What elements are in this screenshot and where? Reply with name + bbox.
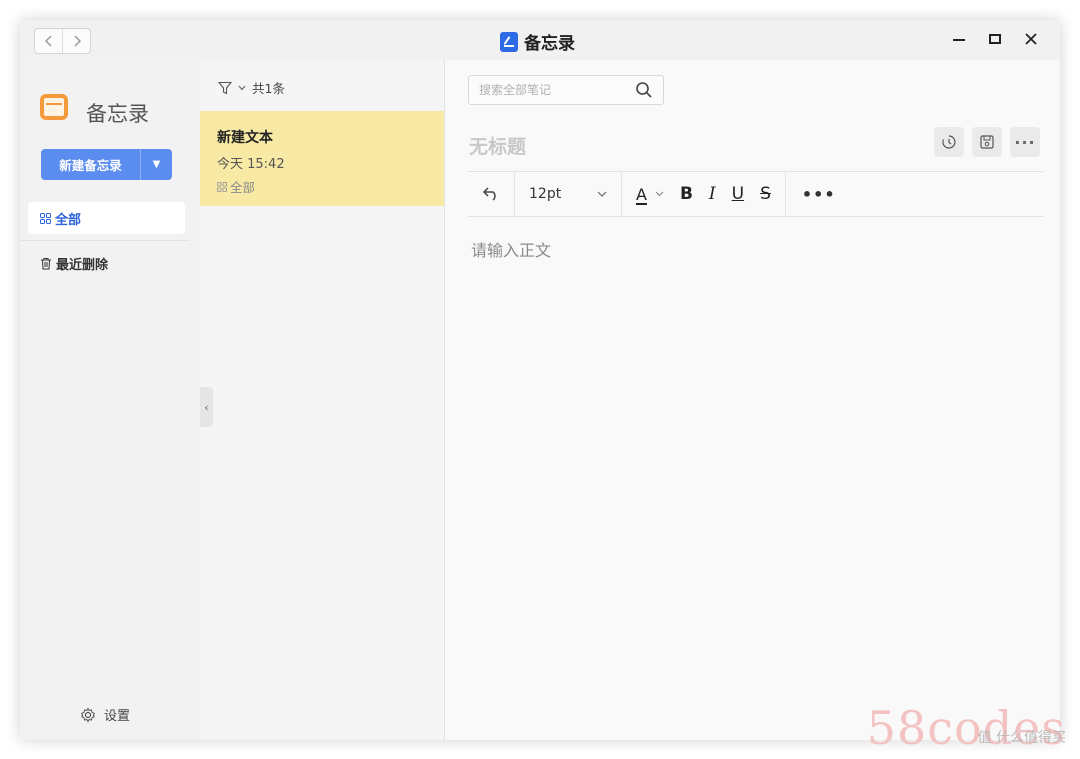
app-title-icon	[500, 31, 518, 52]
ellipsis-icon: ···	[1014, 132, 1036, 152]
settings-button[interactable]: 设置	[80, 705, 130, 724]
more-options-button[interactable]: ···	[1010, 127, 1040, 157]
sidebar: 备忘录 新建备忘录 ▼ 全部 最近删除 设置	[20, 60, 200, 740]
new-note-button[interactable]: 新建备忘录	[41, 149, 140, 180]
new-note-dropdown-button[interactable]: ▼	[140, 149, 172, 180]
filter-icon	[218, 81, 232, 94]
close-icon	[1025, 33, 1037, 45]
note-count: 共1条	[252, 81, 285, 96]
grid-icon	[40, 212, 51, 224]
category-trash-label: 最近删除	[56, 258, 109, 273]
sidebar-divider	[20, 240, 190, 241]
chevron-left-icon	[44, 35, 52, 47]
app-name: 备忘录	[86, 102, 149, 126]
history-icon	[942, 135, 956, 149]
note-list-panel: 共1条 新建文本 今天 15:42 全部 ‹	[200, 60, 445, 740]
search-icon[interactable]	[635, 81, 653, 99]
save-icon	[980, 135, 994, 149]
format-buttons: A B I U S	[622, 184, 785, 204]
history-button[interactable]	[934, 127, 964, 157]
note-item-time: 今天 15:42	[217, 157, 285, 172]
window-title-group: 备忘录	[500, 29, 575, 54]
italic-button[interactable]: I	[709, 184, 716, 204]
maximize-icon	[989, 34, 1001, 44]
filter-row[interactable]: 共1条	[218, 78, 285, 97]
window-title: 备忘录	[524, 34, 575, 54]
note-item-category-label: 全部	[230, 180, 256, 195]
underline-button[interactable]: U	[732, 184, 744, 204]
caret-down-icon: ▼	[152, 159, 161, 170]
grid-icon	[217, 181, 227, 192]
watermark-sub: 值 什么值得买	[977, 730, 1066, 746]
chevron-left-icon: ‹	[204, 400, 209, 414]
note-body-editor[interactable]: 请输入正文	[471, 237, 551, 261]
note-item-category: 全部	[217, 177, 255, 196]
undo-button[interactable]	[468, 186, 514, 202]
nav-buttons	[34, 28, 91, 54]
note-title-field[interactable]: 无标题	[469, 132, 526, 159]
search-box	[468, 75, 664, 105]
window-controls	[948, 28, 1042, 50]
chevron-down-icon	[238, 85, 246, 90]
chevron-down-icon	[597, 191, 607, 197]
note-list-item[interactable]: 新建文本 今天 15:42 全部	[200, 111, 444, 206]
category-all[interactable]: 全部	[28, 202, 185, 234]
note-actions: ···	[934, 127, 1040, 157]
trash-icon	[41, 258, 51, 270]
font-color-letter: A	[636, 184, 647, 204]
app-window: 备忘录 备忘录 新建备忘录 ▼ 全部 最近删除 设置 共1条 新建文本 今天 1…	[20, 20, 1060, 740]
minimize-icon	[953, 39, 965, 41]
category-recently-deleted[interactable]: 最近删除	[40, 254, 108, 273]
bold-button[interactable]: B	[680, 184, 693, 204]
gear-icon	[80, 707, 96, 722]
font-size-value: 12pt	[529, 186, 562, 202]
undo-icon	[482, 187, 496, 201]
strikethrough-button[interactable]: S	[760, 184, 771, 204]
format-toolbar: 12pt A B I U S •••	[468, 171, 1043, 217]
category-all-label: 全部	[55, 212, 82, 228]
search-input[interactable]	[479, 80, 629, 100]
close-button[interactable]	[1020, 28, 1042, 50]
minimize-button[interactable]	[948, 28, 970, 50]
title-bar: 备忘录	[20, 20, 1060, 60]
toolbar-more-button[interactable]: •••	[786, 185, 852, 204]
editor-panel: 无标题 ···	[445, 60, 1060, 740]
font-size-select[interactable]: 12pt	[515, 186, 621, 202]
save-button[interactable]	[972, 127, 1002, 157]
chevron-right-icon	[73, 35, 81, 47]
back-button[interactable]	[35, 29, 62, 53]
notes-logo-icon	[40, 94, 68, 120]
new-note-button-group: 新建备忘录 ▼	[41, 149, 172, 180]
settings-label: 设置	[104, 709, 131, 724]
chevron-down-icon	[655, 191, 664, 197]
forward-button[interactable]	[62, 29, 90, 53]
font-color-button[interactable]: A	[636, 185, 664, 204]
maximize-button[interactable]	[984, 28, 1006, 50]
note-item-title: 新建文本	[217, 130, 273, 146]
collapse-sidebar-handle[interactable]: ‹	[200, 387, 213, 427]
